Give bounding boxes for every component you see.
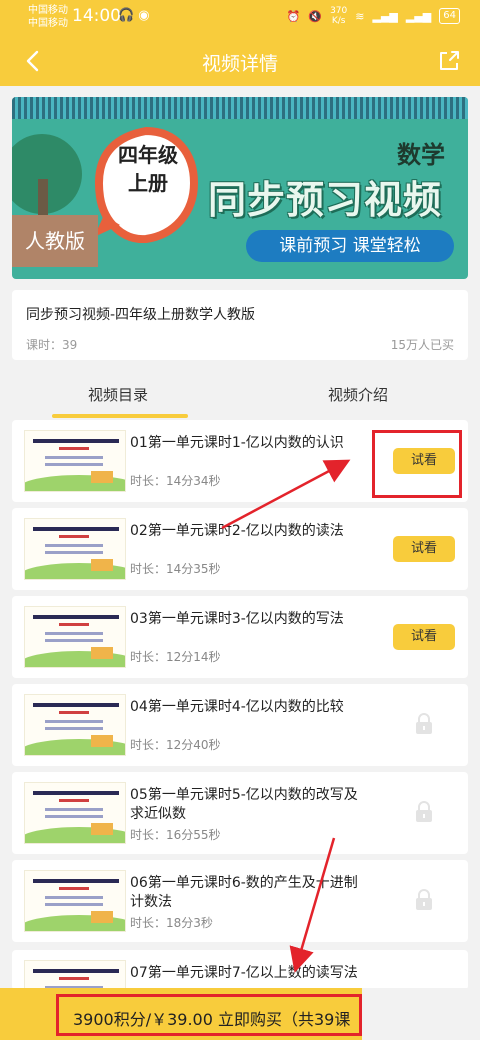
- alarm-icon: ⏰: [286, 9, 301, 23]
- lesson-title: 06第一单元课时6-数的产生及十进制计数法: [130, 875, 358, 910]
- lock-icon: [416, 801, 432, 822]
- lesson-duration: 时长：12分40秒: [130, 738, 221, 752]
- carrier-labels: 中国移动 中国移动: [28, 4, 68, 30]
- grade-line-1: 四年级: [118, 143, 178, 167]
- lesson-thumbnail: [24, 606, 126, 668]
- lesson-title: 03第一单元课时3-亿以内数的写法: [130, 611, 344, 627]
- lesson-duration: 时长：14分34秒: [130, 474, 221, 488]
- net-speed-value: 370: [330, 6, 348, 16]
- signal-icon: ▂▄▆: [372, 9, 398, 23]
- page-title: 视频详情: [201, 53, 278, 75]
- status-bar: 中国移动 中国移动 14:00 🎧◉ ⏰ 🔇 370 K/s ≋ ▂▄▆ ▂▄▆…: [0, 0, 480, 36]
- lesson-duration: 时长：12分14秒: [130, 650, 221, 664]
- lock-icon: [416, 713, 432, 734]
- active-tab-indicator: [52, 414, 188, 418]
- grade-label: 四年级 上册: [118, 141, 178, 197]
- learner-count: 15万人已买: [390, 338, 454, 352]
- wifi-icon: ≋: [355, 9, 365, 23]
- lesson-thumbnail: [24, 782, 126, 844]
- battery-icon: 64: [439, 8, 460, 24]
- headphones-icon: 🎧: [118, 8, 139, 23]
- lesson-title: 02第一单元课时2-亿以内数的读法: [130, 523, 344, 539]
- lesson-title: 01第一单元课时1-亿以内数的认识: [130, 435, 344, 451]
- course-info-card: 同步预习视频-四年级上册数学人教版 课时：39 15万人已买: [12, 290, 468, 360]
- lesson-thumbnail: [24, 518, 126, 580]
- net-speed: 370 K/s: [330, 6, 347, 26]
- banner-stripe: [12, 97, 468, 119]
- lesson-item-5[interactable]: 05第一单元课时5-亿以内数的改写及求近似数 时长：16分55秒: [12, 772, 468, 854]
- lesson-item-3[interactable]: 03第一单元课时3-亿以内数的写法 时长：12分14秒 试看: [12, 596, 468, 678]
- lesson-thumbnail: [24, 870, 126, 932]
- buy-button-label: 3900积分/￥39.00 立即购买（共39课: [73, 1010, 351, 1029]
- status-icons-left: 🎧◉: [118, 8, 154, 23]
- carrier-2: 中国移动: [28, 18, 68, 29]
- lesson-count: 课时：39: [26, 338, 78, 352]
- lesson-item-6[interactable]: 06第一单元课时6-数的产生及十进制计数法 时长：18分3秒: [12, 860, 468, 942]
- share-icon[interactable]: [434, 46, 464, 76]
- preview-button[interactable]: 试看: [393, 624, 455, 650]
- signal-icon-2: ▂▄▆: [405, 9, 432, 23]
- lesson-duration: 时长：14分35秒: [130, 562, 221, 576]
- banner-tagline: 课前预习 课堂轻松: [246, 230, 454, 262]
- lesson-item-4[interactable]: 04第一单元课时4-亿以内数的比较 时长：12分40秒: [12, 684, 468, 766]
- lesson-thumbnail: [24, 430, 126, 492]
- preview-button[interactable]: 试看: [393, 536, 455, 562]
- banner-title: 同步预习视频: [208, 178, 443, 222]
- lesson-item-7[interactable]: 07第一单元课时7-亿以上数的读写法: [12, 950, 468, 1022]
- status-icons-right: ⏰ 🔇 370 K/s ≋ ▂▄▆ ▂▄▆ 64: [287, 6, 460, 26]
- tab-video-intro[interactable]: 视频介绍: [328, 384, 388, 405]
- lesson-duration: 时长：18分3秒: [130, 916, 213, 930]
- cropped-area: [362, 988, 480, 1040]
- lesson-title: 07第一单元课时7-亿以上数的读写法: [130, 965, 358, 981]
- lesson-item-2[interactable]: 02第一单元课时2-亿以内数的读法 时长：14分35秒 试看: [12, 508, 468, 590]
- mute-icon: 🔇: [308, 9, 323, 23]
- annotation-highlight-box: [372, 430, 462, 498]
- nav-bar: 视频详情: [0, 36, 480, 86]
- status-time: 14:00: [72, 6, 121, 26]
- net-speed-unit: K/s: [331, 16, 346, 26]
- tab-bar: 视频目录 视频介绍: [0, 368, 480, 418]
- course-title: 同步预习视频-四年级上册数学人教版: [26, 307, 256, 323]
- course-banner: 四年级 上册 人教版 数学 同步预习视频 课前预习 课堂轻松: [12, 97, 468, 279]
- lock-icon: [416, 889, 432, 910]
- edition-label: 人教版: [12, 215, 98, 267]
- lesson-title: 04第一单元课时4-亿以内数的比较: [130, 699, 344, 715]
- subject-label: 数学: [397, 141, 445, 169]
- grade-line-2: 上册: [128, 171, 168, 195]
- carrier-1: 中国移动: [28, 5, 68, 16]
- lesson-thumbnail: [24, 694, 126, 756]
- lesson-title: 05第一单元课时5-亿以内数的改写及求近似数: [130, 787, 358, 822]
- lesson-duration: 时长：16分55秒: [130, 828, 221, 842]
- buy-button[interactable]: 3900积分/￥39.00 立即购买（共39课: [56, 994, 362, 1036]
- eye-icon: ◉: [138, 8, 154, 23]
- tab-video-catalog[interactable]: 视频目录: [88, 384, 148, 405]
